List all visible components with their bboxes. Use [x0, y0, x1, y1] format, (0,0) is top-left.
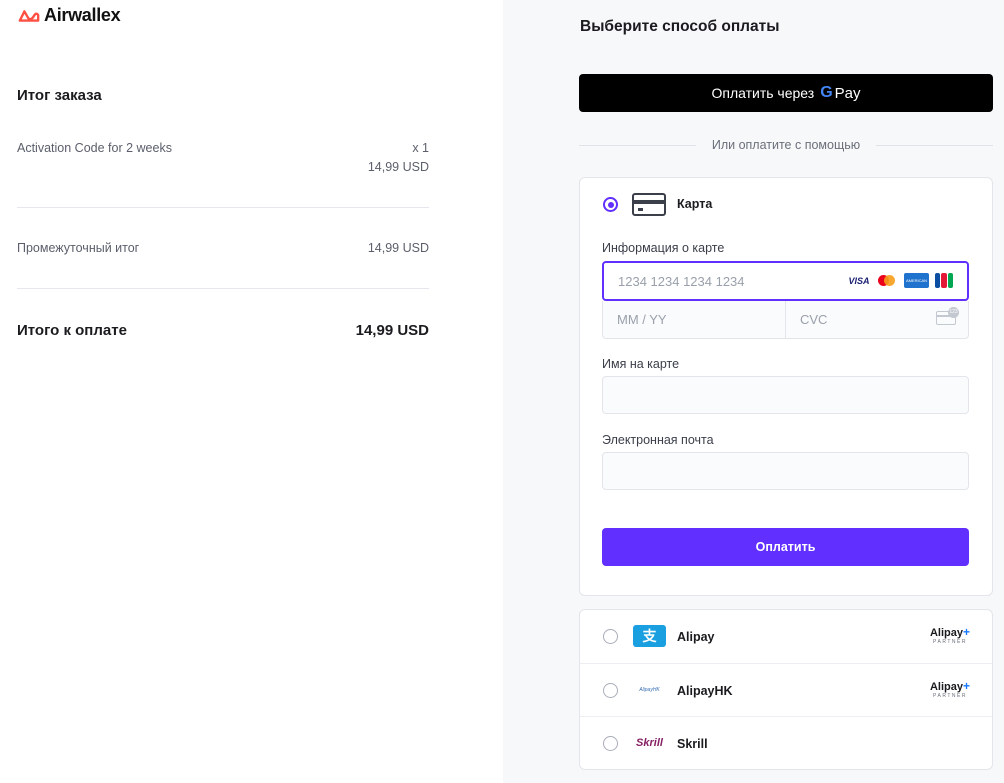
email-field[interactable] — [602, 452, 969, 490]
or-divider: Или оплатите с помощью — [579, 138, 993, 152]
partner-name: Alipay — [929, 627, 963, 639]
email-input[interactable] — [603, 453, 968, 489]
card-brand-logos: VISA AMERICAN EXPRESS — [848, 273, 953, 298]
method-label: Alipay — [677, 630, 715, 644]
line-item-name: Activation Code for 2 weeks — [17, 141, 172, 155]
partner-name: Alipay — [929, 680, 963, 693]
card-option-label: Карта — [677, 197, 713, 211]
expiry-field[interactable] — [603, 301, 785, 338]
jcb-icon — [935, 273, 953, 288]
order-summary-panel: Airwallex Итог заказа Activation Code fo… — [0, 0, 503, 783]
partner-subtext: PARTNER — [933, 639, 967, 645]
alipay-partner-logo: Alipay+ PARTNER — [929, 678, 970, 699]
order-summary-title: Итог заказа — [17, 87, 102, 104]
card-payment-form: Карта Информация о карте VISA AMERICAN E… — [579, 177, 993, 596]
partner-subtext: PARTNER — [933, 692, 967, 699]
visa-icon: VISA — [848, 275, 870, 286]
email-label: Электронная почта — [602, 433, 714, 447]
subtotal-value: 14,99 USD — [367, 241, 429, 255]
divider-line — [579, 144, 696, 146]
skrill-icon: Skrill — [636, 737, 663, 749]
google-pay-button[interactable]: Оплатить через G Pay — [579, 74, 993, 112]
payment-method-title: Выберите способ оплаты — [580, 18, 780, 35]
expiry-input[interactable] — [603, 301, 785, 338]
subtotal-label: Промежуточный итог — [17, 241, 140, 255]
mastercard-icon — [876, 273, 898, 288]
skrill-radio-button[interactable] — [603, 736, 618, 751]
amex-icon: AMERICAN EXPRESS — [904, 273, 929, 298]
cvc-badge-icon: 123 — [948, 307, 959, 318]
alipayhk-icon: AlipayHK — [639, 686, 660, 693]
cardholder-name-input[interactable] — [603, 377, 968, 413]
alipay-radio-button[interactable] — [603, 629, 618, 644]
alternative-payment-methods: 支 Alipay Alipay+ PARTNER AlipayHK Alipay… — [579, 609, 993, 770]
divider-line — [876, 144, 993, 146]
or-divider-text: Или оплатите с помощью — [711, 138, 861, 152]
airwallex-logo-icon — [18, 9, 40, 22]
line-item-quantity: x 1 — [412, 141, 429, 155]
google-pay-text: Pay — [834, 84, 861, 102]
method-label: Skrill — [677, 737, 708, 751]
credit-card-icon — [632, 193, 666, 216]
card-radio-button[interactable] — [603, 197, 618, 212]
cardholder-name-label: Имя на карте — [602, 357, 680, 371]
divider — [17, 288, 429, 289]
method-skrill[interactable]: Skrill Skrill — [580, 717, 992, 771]
line-item-price: 14,99 USD — [367, 160, 429, 174]
total-value: 14,99 USD — [355, 322, 429, 339]
payment-panel: Выберите способ оплаты Оплатить через GP… — [503, 0, 1004, 783]
method-label: AlipayHK — [677, 683, 733, 698]
pay-button[interactable]: Оплатить — [602, 528, 969, 566]
total-label: Итого к оплате — [17, 322, 127, 339]
google-pay-label: Оплатить через — [711, 85, 815, 101]
cardholder-name-field[interactable] — [602, 376, 969, 414]
cvc-field[interactable]: 123 — [785, 301, 968, 338]
card-info-label: Информация о карте — [602, 241, 725, 255]
method-alipayhk[interactable]: AlipayHK AlipayHK Alipay+ PARTNER — [580, 664, 992, 717]
alipay-partner-logo: Alipay+ PARTNER — [929, 625, 970, 645]
brand-name: Airwallex — [44, 5, 121, 25]
alipay-icon: 支 — [633, 625, 666, 647]
divider — [17, 207, 429, 208]
method-alipay[interactable]: 支 Alipay Alipay+ PARTNER — [580, 610, 992, 664]
expiry-cvc-row: 123 — [602, 301, 969, 339]
alipayhk-radio-button[interactable] — [603, 682, 618, 698]
google-g-icon: G — [820, 84, 833, 101]
card-number-field[interactable]: VISA AMERICAN EXPRESS — [602, 261, 969, 301]
airwallex-logo: Airwallex — [18, 5, 121, 26]
